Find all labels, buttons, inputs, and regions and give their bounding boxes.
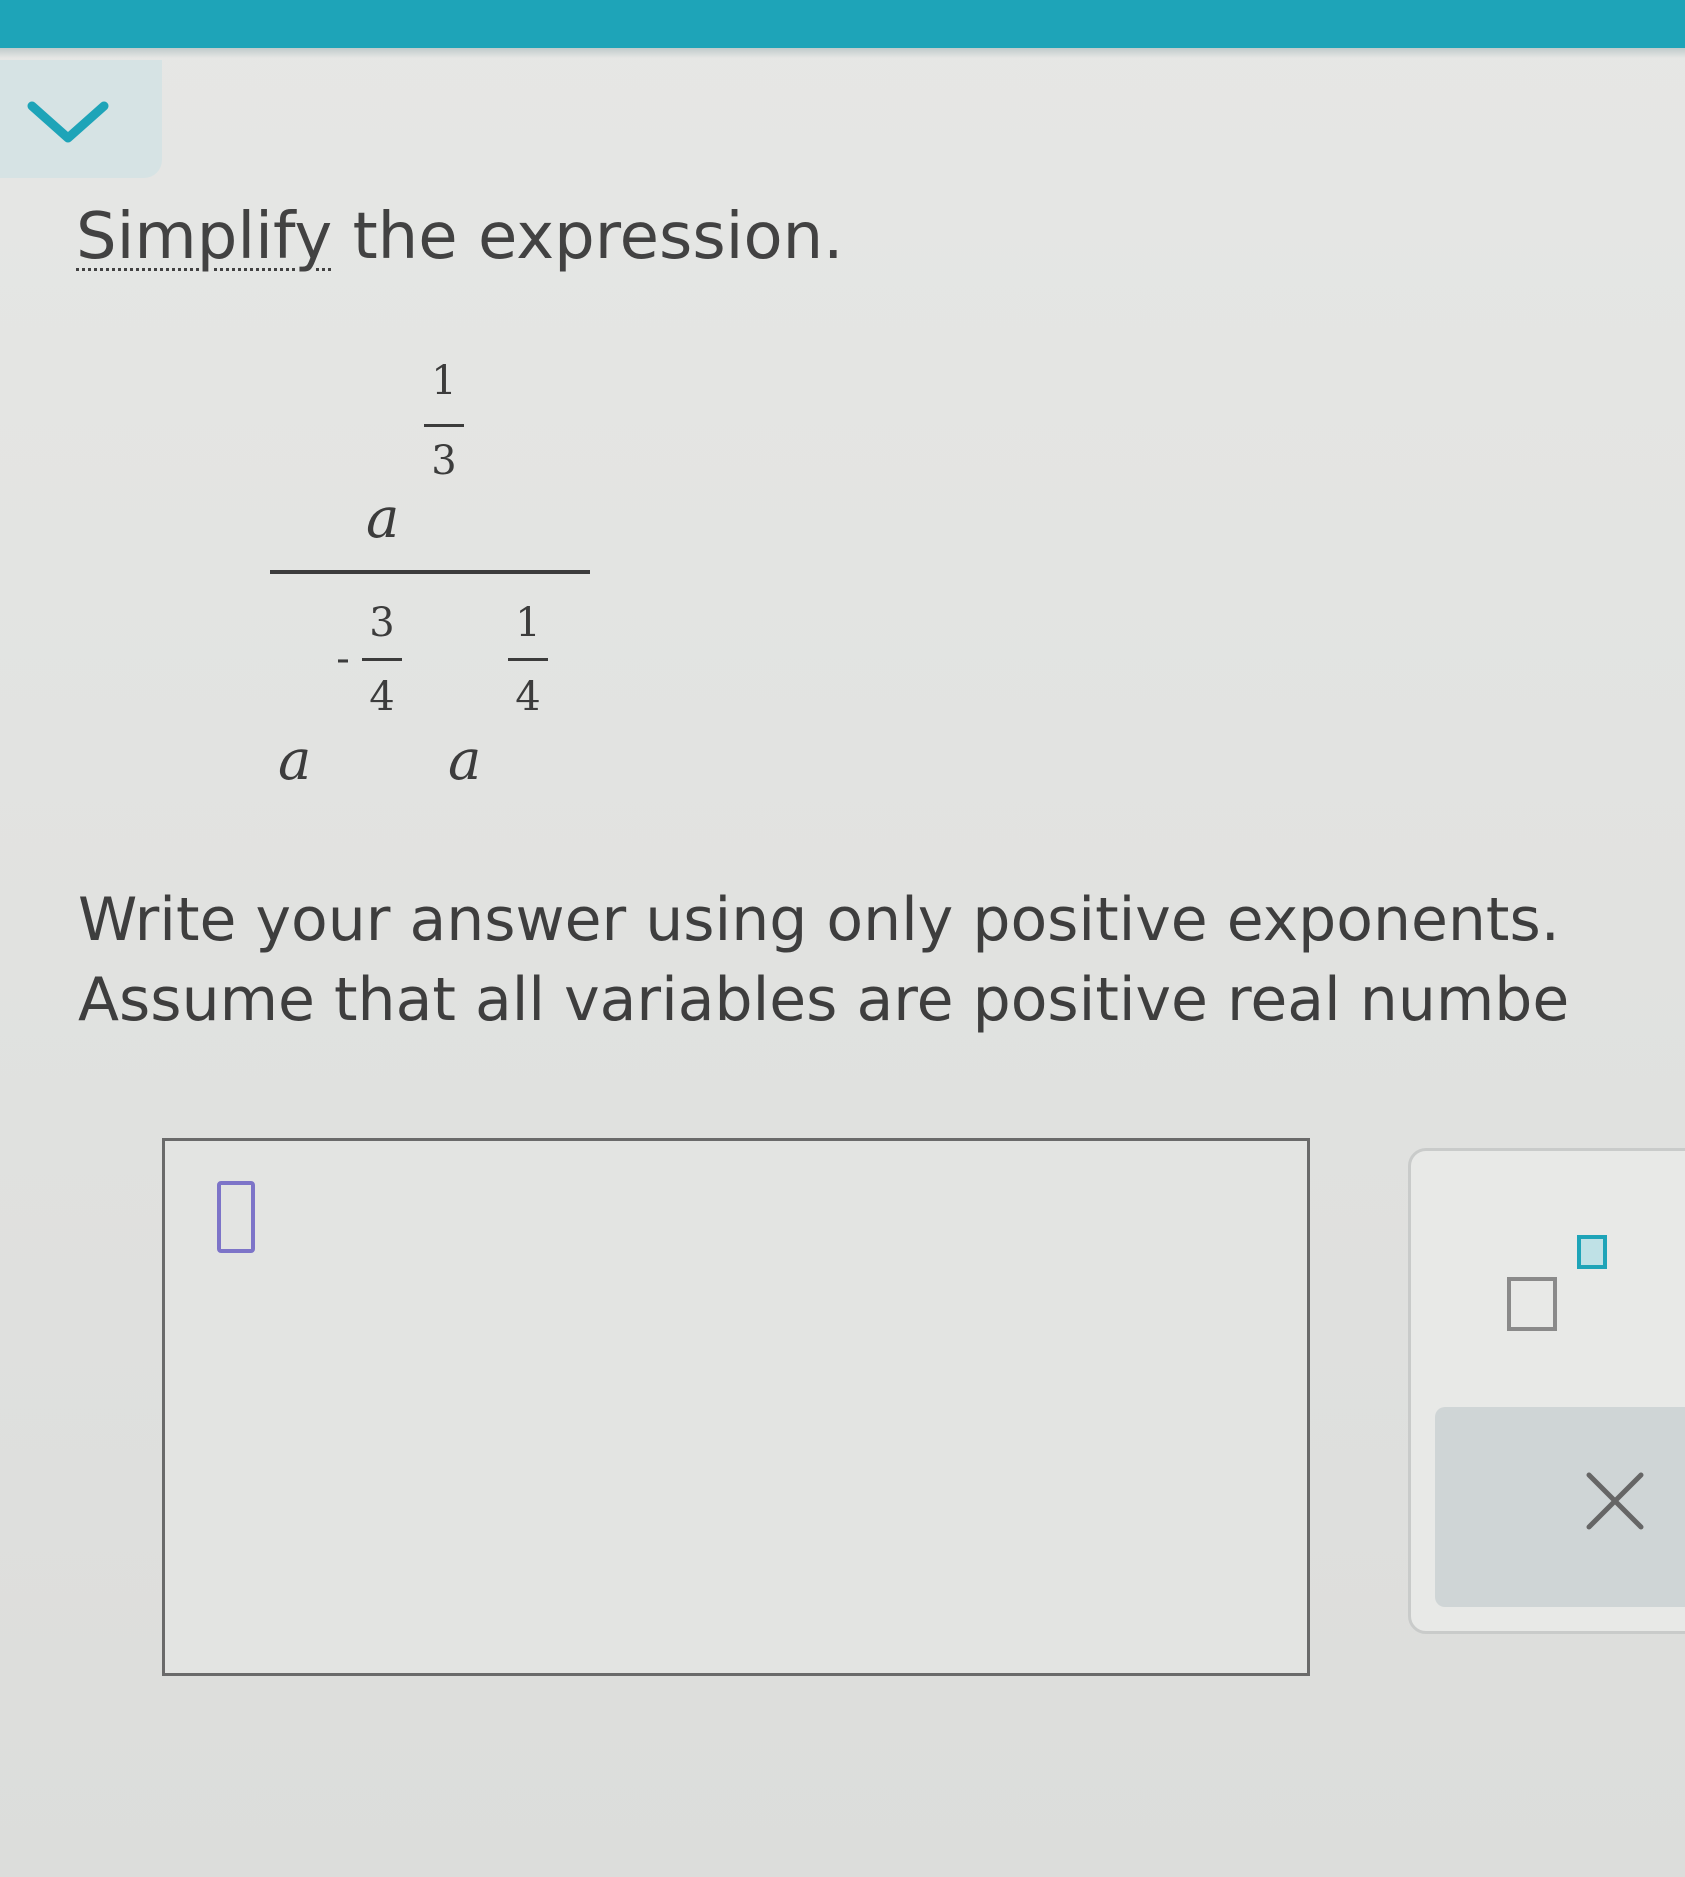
answer-input[interactable] bbox=[162, 1138, 1310, 1676]
answer-instructions: Write your answer using only positive ex… bbox=[78, 880, 1569, 1040]
close-icon bbox=[1586, 1472, 1644, 1530]
main-fraction-bar bbox=[270, 570, 590, 574]
numerator-exp-den: 3 bbox=[431, 438, 457, 484]
denominator-base-1: a bbox=[278, 728, 312, 793]
top-bar bbox=[0, 0, 1685, 48]
denominator-exp-den-1: 4 bbox=[369, 674, 395, 720]
question-prompt: Simplify the expression. bbox=[76, 200, 844, 274]
denominator-exp-bar-1 bbox=[362, 658, 402, 661]
collapse-toggle-button[interactable] bbox=[0, 60, 162, 178]
numerator-exp-bar bbox=[424, 424, 464, 427]
instruction-line-2: Assume that all variables are positive r… bbox=[78, 965, 1570, 1035]
denominator-exp-sign-1: - bbox=[336, 636, 350, 682]
instruction-line-1: Write your answer using only positive ex… bbox=[78, 885, 1560, 955]
numerator-base: a bbox=[366, 486, 400, 551]
denominator-exp-num-2: 1 bbox=[515, 600, 541, 646]
math-toolbar bbox=[1408, 1148, 1685, 1634]
input-cursor bbox=[217, 1181, 255, 1253]
denominator-exp-den-2: 4 bbox=[515, 674, 541, 720]
top-bar-shadow bbox=[0, 48, 1685, 58]
numerator-exp-num: 1 bbox=[431, 358, 457, 404]
superscript-slot-icon bbox=[1577, 1235, 1607, 1269]
chevron-down-icon bbox=[27, 101, 109, 143]
denominator-exp-bar-2 bbox=[508, 658, 548, 661]
question-page: Simplify the expression. a 1 3 a - 3 4 a… bbox=[0, 0, 1685, 1877]
superscript-template-icon bbox=[1507, 1277, 1557, 1331]
denominator-exp-num-1: 3 bbox=[369, 600, 395, 646]
denominator-base-2: a bbox=[448, 728, 482, 793]
exponent-button[interactable] bbox=[1411, 1151, 1685, 1405]
prompt-text: the expression. bbox=[332, 200, 844, 274]
prompt-keyword-link[interactable]: Simplify bbox=[76, 200, 332, 274]
clear-button[interactable] bbox=[1435, 1407, 1685, 1607]
